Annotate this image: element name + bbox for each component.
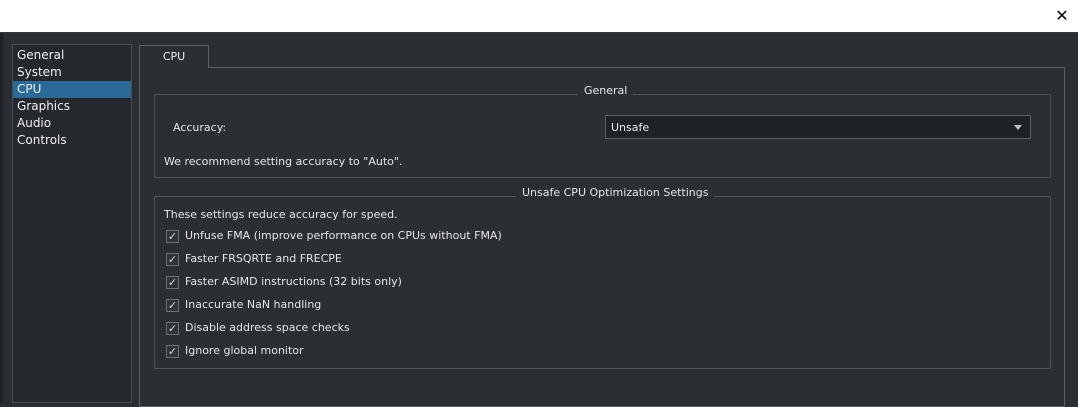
accuracy-selected-value: Unsafe xyxy=(611,121,650,134)
settings-category-list[interactable]: General System CPU Graphics Audio Contro… xyxy=(12,44,132,403)
option-faster-asimd[interactable]: ✓ Faster ASIMD instructions (32 bits onl… xyxy=(166,274,402,290)
checkbox-checked-icon[interactable]: ✓ xyxy=(166,298,179,312)
option-ignore-global-monitor[interactable]: ✓ Ignore global monitor xyxy=(166,343,304,359)
option-label: Unfuse FMA (improve performance on CPUs … xyxy=(185,229,502,242)
sidebar-item-general[interactable]: General xyxy=(13,47,131,64)
checkbox-checked-icon[interactable]: ✓ xyxy=(166,229,179,243)
sidebar-item-system[interactable]: System xyxy=(13,64,131,81)
option-label: Faster ASIMD instructions (32 bits only) xyxy=(185,275,402,288)
option-label: Ignore global monitor xyxy=(185,344,304,357)
unsafe-group-title: Unsafe CPU Optimization Settings xyxy=(516,186,715,200)
checkbox-checked-icon[interactable]: ✓ xyxy=(166,275,179,289)
option-faster-frsqrte[interactable]: ✓ Faster FRSQRTE and FRECPE xyxy=(166,251,342,267)
accuracy-label: Accuracy: xyxy=(173,121,227,134)
checkbox-checked-icon[interactable]: ✓ xyxy=(166,321,179,335)
option-label: Inaccurate NaN handling xyxy=(185,298,322,311)
accuracy-recommendation: We recommend setting accuracy to "Auto". xyxy=(164,155,403,168)
chevron-down-icon xyxy=(1014,125,1022,130)
accuracy-dropdown[interactable]: Unsafe xyxy=(605,115,1031,139)
option-inaccurate-nan[interactable]: ✓ Inaccurate NaN handling xyxy=(166,297,321,313)
option-disable-address-checks[interactable]: ✓ Disable address space checks xyxy=(166,320,350,336)
checkbox-checked-icon[interactable]: ✓ xyxy=(166,252,179,266)
title-bar: ✕ xyxy=(0,0,1078,33)
checkbox-checked-icon[interactable]: ✓ xyxy=(166,344,179,358)
sidebar-item-cpu[interactable]: CPU xyxy=(13,81,131,98)
close-icon[interactable]: ✕ xyxy=(1052,6,1072,26)
option-label: Disable address space checks xyxy=(185,321,350,334)
sidebar-item-graphics[interactable]: Graphics xyxy=(13,98,131,115)
sidebar-item-audio[interactable]: Audio xyxy=(13,115,131,132)
option-label: Faster FRSQRTE and FRECPE xyxy=(185,252,342,265)
option-unfuse-fma[interactable]: ✓ Unfuse FMA (improve performance on CPU… xyxy=(166,228,502,244)
unsafe-group-description: These settings reduce accuracy for speed… xyxy=(164,208,398,221)
tab-cpu[interactable]: CPU xyxy=(139,45,209,68)
sidebar-item-controls[interactable]: Controls xyxy=(13,132,131,149)
general-group-title: General xyxy=(578,84,634,98)
window-edge xyxy=(0,33,3,403)
